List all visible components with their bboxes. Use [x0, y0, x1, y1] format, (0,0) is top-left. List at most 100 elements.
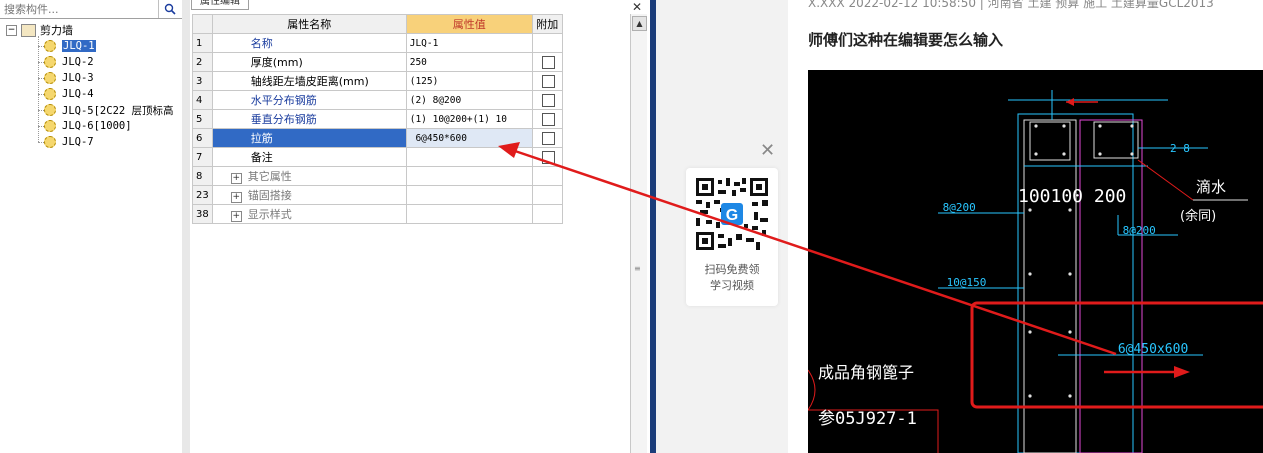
gear-icon	[44, 40, 56, 52]
cad-label-dim: 100100 200	[1018, 186, 1126, 207]
qr-promo-card[interactable]: G 扫码免费领 学习视频	[686, 168, 778, 306]
property-name-cell[interactable]: + 其它属性	[211, 166, 407, 186]
extra-checkbox[interactable]	[541, 131, 555, 145]
row-number: 4	[192, 90, 213, 110]
extra-cell[interactable]	[531, 128, 563, 148]
tree-item-label: JLQ-5[2C22 层顶标高	[62, 104, 174, 117]
tree-item[interactable]: JLQ-1	[44, 38, 96, 54]
extra-cell	[531, 166, 563, 186]
scroll-up-icon[interactable]: ▲	[632, 16, 647, 31]
property-name-cell[interactable]: + 显示样式	[211, 204, 407, 224]
tree-item[interactable]: JLQ-7	[44, 134, 94, 150]
property-row[interactable]: 7 备注	[192, 147, 563, 167]
row-number: 7	[192, 147, 213, 167]
cad-label-rebar-10-150: 10@150	[940, 276, 986, 289]
extra-checkbox[interactable]	[541, 93, 555, 107]
extra-checkbox[interactable]	[541, 74, 555, 88]
extra-cell[interactable]	[531, 52, 563, 72]
qr-code-icon: G	[696, 178, 768, 250]
folder-icon	[21, 23, 36, 37]
qr-caption-line2: 学习视频	[710, 279, 754, 292]
tree-item[interactable]: JLQ-6[1000]	[44, 118, 132, 134]
search-icon	[164, 3, 176, 15]
cad-label-rebar-8-200-a: 8@200	[936, 201, 976, 214]
row-number: 1	[192, 33, 213, 53]
svg-text:G: G	[726, 207, 738, 224]
extra-cell[interactable]	[531, 147, 563, 167]
tree-item-label: JLQ-2	[62, 56, 94, 68]
property-row[interactable]: 6 拉筋 6@450*600	[192, 128, 563, 148]
extra-cell[interactable]	[531, 90, 563, 110]
property-row[interactable]: 5 垂直分布钢筋 (1) 10@200+(1) 10	[192, 109, 563, 129]
expand-icon[interactable]: +	[230, 173, 242, 184]
property-name-cell[interactable]: 备注	[211, 147, 407, 167]
scroll-grip-icon[interactable]: ≡	[634, 264, 641, 273]
property-name-cell[interactable]: 名称	[211, 33, 407, 53]
property-name-label: 备注	[250, 151, 273, 164]
tree-item[interactable]: JLQ-3	[44, 70, 94, 86]
property-name-cell[interactable]: 水平分布钢筋	[211, 90, 407, 110]
property-grid: 属性名称 属性值 附加 1 名称 JLQ-1 2 厚度(mm) 250 3 轴线距左墙皮距离(…	[192, 14, 563, 224]
extra-cell[interactable]	[531, 71, 563, 91]
expand-icon[interactable]: +	[230, 192, 242, 203]
tree-item-label: JLQ-6[1000]	[62, 120, 132, 132]
property-value-cell[interactable]	[405, 166, 533, 186]
property-name-cell[interactable]: 垂直分布钢筋	[211, 109, 407, 129]
cad-label-ref: 参05J927-1	[818, 409, 917, 429]
property-value-cell[interactable]: 250	[405, 52, 533, 72]
search-input[interactable]	[2, 1, 156, 17]
property-value-header: 属性值	[405, 14, 533, 34]
cad-label-same: (余同)	[1180, 208, 1216, 224]
cad-drawing-image[interactable]: 100100 200 滴水 (余同) 2 8 8@200 8@200 10@15…	[808, 70, 1263, 453]
close-icon[interactable]: ✕	[632, 0, 642, 14]
property-name-label: 拉筋	[250, 132, 273, 145]
post-title: 师傅们这种在编辑要怎么输入	[808, 31, 1004, 49]
tree-item[interactable]: JLQ-5[2C22 层顶标高	[44, 102, 174, 118]
property-value-cell[interactable]: (1) 10@200+(1) 10	[405, 109, 533, 129]
row-number-header	[192, 14, 213, 34]
property-value-cell[interactable]	[405, 204, 533, 224]
property-value-cell[interactable]	[405, 147, 533, 167]
expand-icon[interactable]: +	[230, 211, 242, 222]
extra-cell	[531, 185, 563, 205]
gear-icon	[44, 136, 56, 148]
tree-item-label: JLQ-3	[62, 72, 94, 84]
property-value-cell[interactable]: (2) 8@200	[405, 90, 533, 110]
property-name-cell[interactable]: 厚度(mm)	[211, 52, 407, 72]
grid-header-row: 属性名称 属性值 附加	[192, 14, 563, 34]
tree-item[interactable]: JLQ-4	[44, 86, 94, 102]
close-icon[interactable]: ✕	[760, 140, 775, 161]
tree-item[interactable]: JLQ-2	[44, 54, 94, 70]
tab-property-editor[interactable]: 属性编辑	[191, 0, 249, 10]
property-row[interactable]: 23 + 锚固搭接	[192, 185, 563, 205]
collapse-icon[interactable]: −	[6, 24, 17, 36]
property-row[interactable]: 1 名称 JLQ-1	[192, 33, 563, 53]
property-row[interactable]: 38 + 显示样式	[192, 204, 563, 224]
property-name-cell[interactable]: + 锚固搭接	[211, 185, 407, 205]
extra-cell[interactable]	[531, 109, 563, 129]
property-value-cell[interactable]: (125)	[405, 71, 533, 91]
property-value-cell[interactable]: 6@450*600	[405, 128, 533, 148]
extra-cell	[531, 33, 563, 53]
tree-root-label: 剪力墙	[40, 24, 73, 37]
tree-root-shear-wall[interactable]: − 剪力墙	[6, 22, 73, 38]
property-name-label: 水平分布钢筋	[250, 94, 317, 107]
property-row[interactable]: 8 + 其它属性	[192, 166, 563, 186]
row-number: 38	[192, 204, 213, 224]
property-name-cell[interactable]: 拉筋	[211, 128, 407, 148]
vertical-scrollbar[interactable]: ▲ ≡	[630, 14, 647, 453]
property-name-label: 垂直分布钢筋	[250, 113, 317, 126]
gear-icon	[44, 88, 56, 100]
extra-checkbox[interactable]	[541, 55, 555, 69]
property-row[interactable]: 2 厚度(mm) 250	[192, 52, 563, 72]
extra-checkbox[interactable]	[541, 112, 555, 126]
property-row[interactable]: 4 水平分布钢筋 (2) 8@200	[192, 90, 563, 110]
extra-checkbox[interactable]	[541, 150, 555, 164]
extra-cell	[531, 204, 563, 224]
property-value-cell[interactable]: JLQ-1	[405, 33, 533, 53]
property-value-cell[interactable]	[405, 185, 533, 205]
property-row[interactable]: 3 轴线距左墙皮距离(mm) (125)	[192, 71, 563, 91]
property-name-cell[interactable]: 轴线距左墙皮距离(mm)	[211, 71, 407, 91]
tree-item-label: JLQ-7	[62, 136, 94, 148]
search-button[interactable]	[158, 0, 181, 18]
